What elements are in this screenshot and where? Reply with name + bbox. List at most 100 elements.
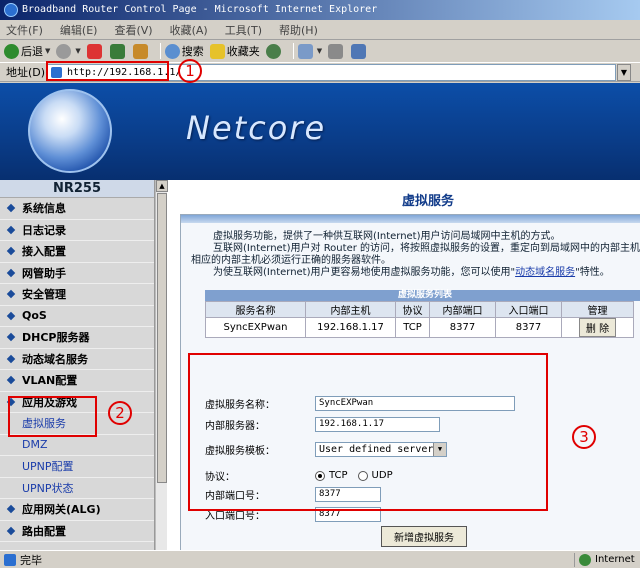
table-cell: 8377 bbox=[495, 317, 562, 338]
search-icon bbox=[164, 43, 180, 59]
ddns-link[interactable]: 动态域名服务 bbox=[515, 267, 575, 278]
sidebar-item-dhcp[interactable]: DHCP服务器 bbox=[0, 327, 154, 349]
table-header-row: 服务名称 内部主机 协议 内部端口 入口端口 管理 bbox=[205, 301, 634, 318]
description-line: 互联网(Internet)用户对 Router 的访问，将按照虚拟服务的设置，重… bbox=[213, 243, 640, 254]
window-title: Broadband Router Control Page - Microsof… bbox=[22, 4, 378, 15]
favorites-button[interactable]: 收藏夹 bbox=[209, 41, 260, 61]
page-content: Netcore NR255 系统信息 日志记录 接入配置 网管助手 安全管理 Q… bbox=[0, 83, 640, 550]
chevron-down-icon: ▼ bbox=[45, 47, 51, 55]
diamond-bullet-icon bbox=[6, 333, 16, 342]
print-button[interactable] bbox=[328, 41, 345, 61]
diamond-bullet-icon bbox=[6, 225, 16, 234]
annotation-box-2 bbox=[8, 396, 97, 437]
browser-toolbar: 后退 ▼ ▼ 搜索 收藏夹 ▼ bbox=[0, 40, 640, 62]
forward-button[interactable]: ▼ bbox=[56, 41, 81, 61]
security-zone: Internet bbox=[574, 553, 635, 567]
column-header: 服务名称 bbox=[205, 301, 306, 318]
mail-button[interactable]: ▼ bbox=[297, 41, 323, 61]
annotation-box-1 bbox=[46, 61, 169, 81]
mail-icon bbox=[297, 43, 313, 59]
menu-tools[interactable]: 工具(T) bbox=[225, 22, 262, 38]
sidebar-item-vlan[interactable]: VLAN配置 bbox=[0, 370, 154, 392]
service-table: 服务名称 内部主机 协议 内部端口 入口端口 管理 SyncEXPwan 192… bbox=[205, 301, 634, 338]
sidebar-item-access-config[interactable]: 接入配置 bbox=[0, 241, 154, 263]
table-cell: 192.168.1.17 bbox=[305, 317, 396, 338]
annotation-number-2: 2 bbox=[108, 401, 132, 425]
home-button[interactable] bbox=[132, 41, 150, 61]
diamond-bullet-icon bbox=[6, 290, 16, 299]
sidebar-item-admin-assistant[interactable]: 网管助手 bbox=[0, 263, 154, 284]
toolbar-divider bbox=[159, 43, 161, 59]
diamond-bullet-icon bbox=[6, 268, 16, 277]
description-line: 为使互联网(Internet)用户更容易地使用虚拟服务功能，您可以使用"动态域名… bbox=[191, 267, 640, 279]
sidebar-subitem-upnp-status[interactable]: UPNP状态 bbox=[0, 477, 154, 499]
sidebar-scrollbar[interactable]: ▲ bbox=[155, 180, 168, 550]
globe-icon bbox=[579, 554, 591, 566]
menu-view[interactable]: 查看(V) bbox=[114, 22, 152, 38]
table-cell: SyncEXPwan bbox=[205, 317, 306, 338]
menu-edit[interactable]: 编辑(E) bbox=[60, 22, 98, 38]
netcore-banner: Netcore bbox=[0, 83, 640, 180]
diamond-bullet-icon bbox=[6, 505, 16, 514]
sidebar-subitem-upnp-config[interactable]: UPNP配置 bbox=[0, 456, 154, 478]
page-done-icon bbox=[4, 553, 16, 566]
edit-button[interactable] bbox=[351, 41, 368, 61]
diamond-bullet-icon bbox=[6, 376, 16, 385]
brand-logo-text: Netcore bbox=[186, 109, 327, 147]
service-list-title: 虚拟服务列表 bbox=[205, 290, 640, 301]
menu-bar: 文件(F) 编辑(E) 查看(V) 收藏(A) 工具(T) 帮助(H) bbox=[0, 20, 640, 40]
chevron-down-icon: ▼ bbox=[316, 47, 323, 55]
star-icon bbox=[209, 43, 225, 59]
sidebar-item-security[interactable]: 安全管理 bbox=[0, 284, 154, 306]
description-line: 虚拟服务功能，提供了一种供互联网(Internet)用户访问局域网中主机的方式。 bbox=[213, 231, 561, 242]
history-button[interactable] bbox=[265, 41, 283, 61]
table-cell: 8377 bbox=[429, 317, 496, 338]
scroll-up-icon[interactable]: ▲ bbox=[156, 180, 168, 192]
column-header: 协议 bbox=[395, 301, 430, 318]
add-virtual-service-button[interactable]: 新增虚拟服务 bbox=[381, 526, 467, 547]
sidebar-nav: NR255 系统信息 日志记录 接入配置 网管助手 安全管理 QoS DHCP服… bbox=[0, 180, 155, 550]
sidebar-item-routing[interactable]: 路由配置 bbox=[0, 521, 154, 542]
diamond-bullet-icon bbox=[6, 526, 16, 535]
refresh-icon bbox=[109, 43, 125, 59]
router-model: NR255 bbox=[0, 180, 154, 198]
forward-arrow-icon bbox=[56, 43, 72, 59]
menu-help[interactable]: 帮助(H) bbox=[279, 22, 318, 38]
back-button[interactable]: 后退 ▼ bbox=[4, 41, 50, 61]
sidebar-item-log[interactable]: 日志记录 bbox=[0, 220, 154, 241]
sidebar-item-alg[interactable]: 应用网关(ALG) bbox=[0, 499, 154, 521]
diamond-bullet-icon bbox=[6, 204, 16, 213]
menu-file[interactable]: 文件(F) bbox=[6, 22, 43, 38]
table-cell: 删 除 bbox=[561, 317, 634, 338]
stop-button[interactable] bbox=[86, 41, 104, 61]
back-arrow-icon bbox=[4, 43, 19, 59]
address-dropdown-button[interactable]: ▼ bbox=[617, 64, 631, 81]
sidebar-subitem-dmz[interactable]: DMZ bbox=[0, 434, 154, 456]
refresh-button[interactable] bbox=[109, 41, 127, 61]
column-header: 入口端口 bbox=[495, 301, 562, 318]
sidebar-item-system-info[interactable]: 系统信息 bbox=[0, 198, 154, 220]
chevron-down-icon: ▼ bbox=[620, 68, 628, 77]
column-header: 内部主机 bbox=[305, 301, 396, 318]
sidebar-item-ddns[interactable]: 动态域名服务 bbox=[0, 349, 154, 370]
netcore-globe-logo bbox=[28, 89, 112, 173]
description-line: 相应的内部主机必须运行正确的服务器软件。 bbox=[191, 255, 391, 266]
delete-button[interactable]: 删 除 bbox=[578, 318, 617, 337]
address-label: 地址(D) bbox=[6, 66, 46, 79]
sidebar-item-qos[interactable]: QoS bbox=[0, 306, 154, 327]
status-bar: 完毕 Internet bbox=[0, 550, 640, 568]
window-title-bar: Broadband Router Control Page - Microsof… bbox=[0, 0, 640, 20]
page-title: 虚拟服务 bbox=[402, 194, 455, 209]
zone-label: Internet bbox=[595, 554, 635, 565]
column-header: 管理 bbox=[561, 301, 634, 318]
scrollbar-thumb[interactable] bbox=[157, 193, 167, 483]
search-button[interactable]: 搜索 bbox=[164, 41, 204, 61]
menu-favorites[interactable]: 收藏(A) bbox=[170, 22, 208, 38]
toolbar-divider bbox=[292, 43, 294, 59]
form-row: 新增虚拟服务 bbox=[381, 526, 467, 547]
chevron-down-icon: ▼ bbox=[75, 47, 81, 55]
description: 虚拟服务功能，提供了一种供互联网(Internet)用户访问局域网中主机的方式。… bbox=[191, 231, 640, 279]
status-text: 完毕 bbox=[20, 553, 42, 567]
home-icon bbox=[132, 43, 148, 59]
panel-header bbox=[181, 215, 640, 223]
